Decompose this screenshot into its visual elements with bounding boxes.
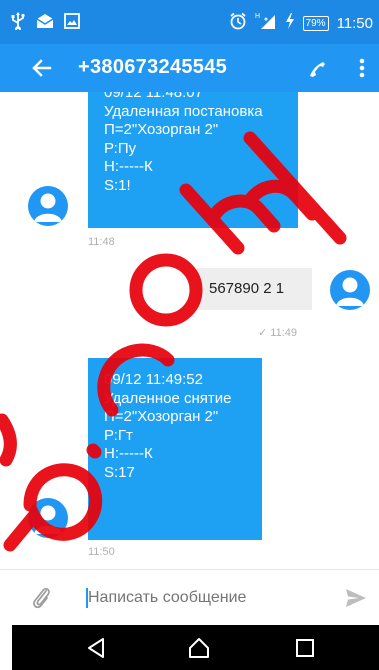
phone-icon	[310, 62, 325, 77]
message-text: 567890 2 1	[209, 280, 285, 297]
back-button[interactable]	[28, 54, 56, 82]
contact-avatar[interactable]	[28, 498, 68, 538]
avatar-icon	[34, 505, 62, 534]
contact-avatar[interactable]	[28, 186, 68, 226]
app-bar: +380673245545	[0, 44, 379, 92]
avatar-icon	[34, 193, 62, 222]
nav-home-button[interactable]	[188, 637, 210, 659]
signal-icon: H	[255, 12, 277, 34]
message-line: Удаленная постановка	[104, 102, 263, 120]
outgoing-message[interactable]: 567890 2 1	[197, 268, 312, 310]
message-line: S:17	[104, 463, 135, 481]
message-status: ✓ 11:49	[258, 326, 297, 339]
nav-home-icon	[189, 638, 209, 658]
message-line: 09/12 11:49:52	[104, 371, 203, 388]
message-line: Н:-----К	[104, 445, 153, 462]
attach-button[interactable]	[30, 584, 54, 612]
nav-recents-icon	[296, 639, 314, 657]
nav-back-button[interactable]	[85, 637, 107, 659]
image-icon	[64, 13, 80, 34]
message-list[interactable]: 09/12 11:48:07 Удаленная постановка П=2"…	[0, 92, 379, 569]
status-bar: H 79% 11:50	[0, 0, 379, 44]
message-line: 09/12 11:48:07	[104, 92, 203, 101]
charging-icon	[285, 13, 295, 33]
attach-icon	[33, 587, 50, 609]
message-line: Удаленное снятие	[104, 389, 232, 407]
more-options-button[interactable]	[352, 54, 372, 82]
message-line: Р:Пу	[104, 139, 137, 157]
battery-level: 79%	[302, 15, 329, 31]
message-input[interactable]	[88, 586, 318, 610]
message-line: Н:-----К	[104, 158, 153, 175]
more-vert-icon	[359, 58, 365, 78]
navigation-bar	[12, 625, 379, 670]
screen-edge	[0, 625, 12, 670]
avatar-icon	[336, 277, 364, 306]
message-line: S:1!	[104, 176, 131, 194]
message-line: Р:Гт	[104, 426, 133, 444]
compose-bar	[0, 569, 379, 625]
usb-icon	[10, 12, 26, 35]
incoming-message[interactable]: 09/12 11:49:52 Удаленное снятие П=2"Хозо…	[88, 358, 262, 540]
mail-icon	[36, 13, 54, 34]
message-line: П=2"Хозорган 2"	[104, 121, 219, 138]
check-icon: ✓	[258, 327, 268, 339]
svg-text:H: H	[255, 13, 260, 20]
alarm-icon	[229, 12, 247, 34]
message-time: 11:48	[88, 236, 115, 248]
conversation-title: +380673245545	[78, 56, 228, 78]
message-line: П=2"Хозорган 2"	[104, 408, 219, 425]
message-time: 11:50	[88, 546, 115, 558]
message-time: 11:49	[270, 327, 297, 339]
my-avatar	[330, 270, 370, 310]
send-icon	[346, 589, 366, 607]
back-arrow-icon	[32, 59, 52, 77]
incoming-message[interactable]: 09/12 11:48:07 Удаленная постановка П=2"…	[88, 92, 298, 228]
clock: 11:50	[336, 14, 373, 32]
nav-back-icon	[88, 638, 104, 658]
nav-recents-button[interactable]	[294, 637, 316, 659]
call-button[interactable]	[303, 54, 331, 82]
send-button[interactable]	[344, 586, 368, 610]
